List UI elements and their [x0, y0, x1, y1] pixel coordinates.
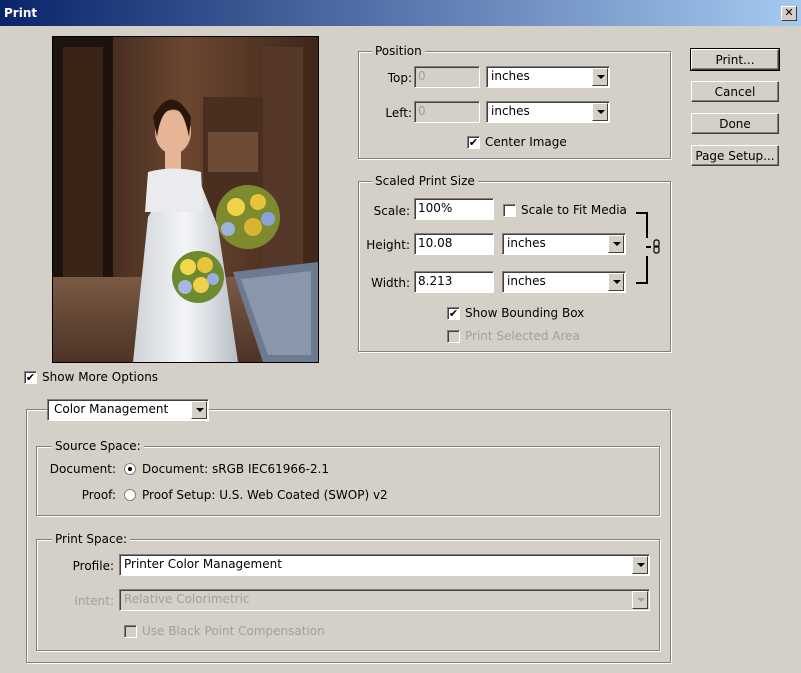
black-point-compensation-checkbox	[124, 625, 137, 638]
intent-label: Intent:	[74, 594, 114, 608]
width-unit-value: inches	[507, 274, 546, 288]
profile-value: Printer Color Management	[124, 557, 282, 571]
bride-photo-preview	[53, 37, 318, 362]
top-label: Top:	[387, 71, 412, 85]
chain-link-icon[interactable]	[646, 238, 662, 256]
center-image-checkbox[interactable]: ✔	[467, 136, 480, 149]
chevron-down-icon[interactable]	[608, 273, 624, 291]
chain-link-glyph	[646, 239, 660, 254]
options-mode-select[interactable]: Color Management	[47, 399, 209, 421]
left-input[interactable]: 0	[414, 101, 480, 123]
source-space-group	[36, 446, 660, 516]
chevron-down-icon[interactable]	[632, 556, 648, 574]
chevron-down-icon	[632, 591, 648, 609]
top-unit-select[interactable]: inches	[486, 66, 610, 88]
document-radio[interactable]	[124, 463, 136, 475]
center-image-label[interactable]: Center Image	[485, 135, 567, 149]
options-mode-value: Color Management	[54, 402, 169, 416]
done-button[interactable]: Done	[691, 113, 779, 134]
show-more-options-label[interactable]: Show More Options	[42, 370, 158, 384]
document-label: Document:	[49, 462, 116, 476]
proof-radio[interactable]	[124, 489, 136, 501]
show-bounding-box-checkbox[interactable]: ✔	[447, 307, 460, 320]
chevron-down-icon[interactable]	[592, 103, 608, 121]
document-option-label[interactable]: Document: sRGB IEC61966-2.1	[142, 462, 329, 476]
title-bar: Print ✕	[0, 0, 801, 26]
chevron-down-icon[interactable]	[191, 401, 207, 419]
scale-input[interactable]: 100%	[414, 198, 494, 220]
intent-value: Relative Colorimetric	[124, 592, 250, 606]
black-point-compensation-label: Use Black Point Compensation	[142, 624, 325, 638]
height-label: Height:	[366, 238, 410, 252]
left-unit-value: inches	[491, 104, 530, 118]
close-icon[interactable]: ✕	[781, 6, 797, 21]
profile-select[interactable]: Printer Color Management	[119, 554, 650, 576]
print-selected-area-checkbox	[447, 330, 460, 343]
position-legend: Position	[372, 44, 425, 58]
width-label: Width:	[371, 276, 410, 290]
height-input[interactable]: 10.08	[414, 233, 494, 255]
cancel-button[interactable]: Cancel	[691, 81, 779, 102]
window-title: Print	[4, 6, 38, 20]
intent-select: Relative Colorimetric	[119, 589, 650, 611]
top-unit-value: inches	[491, 69, 530, 83]
left-label: Left:	[385, 106, 412, 120]
proof-option-label[interactable]: Proof Setup: U.S. Web Coated (SWOP) v2	[142, 488, 388, 502]
print-selected-area-label: Print Selected Area	[465, 329, 580, 343]
scale-label: Scale:	[373, 204, 410, 218]
source-space-legend: Source Space:	[52, 439, 144, 453]
top-input[interactable]: 0	[414, 66, 480, 88]
print-preview-image	[52, 36, 319, 363]
chevron-down-icon[interactable]	[592, 68, 608, 86]
scale-to-fit-media-label[interactable]: Scale to Fit Media	[521, 203, 627, 217]
width-unit-select[interactable]: inches	[502, 271, 626, 293]
height-unit-value: inches	[507, 236, 546, 250]
scaled-print-size-legend: Scaled Print Size	[372, 174, 478, 188]
scale-to-fit-media-checkbox[interactable]	[503, 204, 516, 217]
print-dialog: Print ✕ Print... Cancel Done Page Setup.…	[0, 0, 801, 673]
proof-label: Proof:	[81, 488, 116, 502]
profile-label: Profile:	[72, 559, 114, 573]
left-unit-select[interactable]: inches	[486, 101, 610, 123]
show-bounding-box-label[interactable]: Show Bounding Box	[465, 306, 584, 320]
height-unit-select[interactable]: inches	[502, 233, 626, 255]
print-space-legend: Print Space:	[52, 532, 131, 546]
show-more-options-checkbox[interactable]: ✔	[24, 371, 37, 384]
print-button[interactable]: Print...	[690, 48, 780, 71]
chevron-down-icon[interactable]	[608, 235, 624, 253]
width-input[interactable]: 8.213	[414, 271, 494, 293]
page-setup-button[interactable]: Page Setup...	[691, 145, 779, 166]
